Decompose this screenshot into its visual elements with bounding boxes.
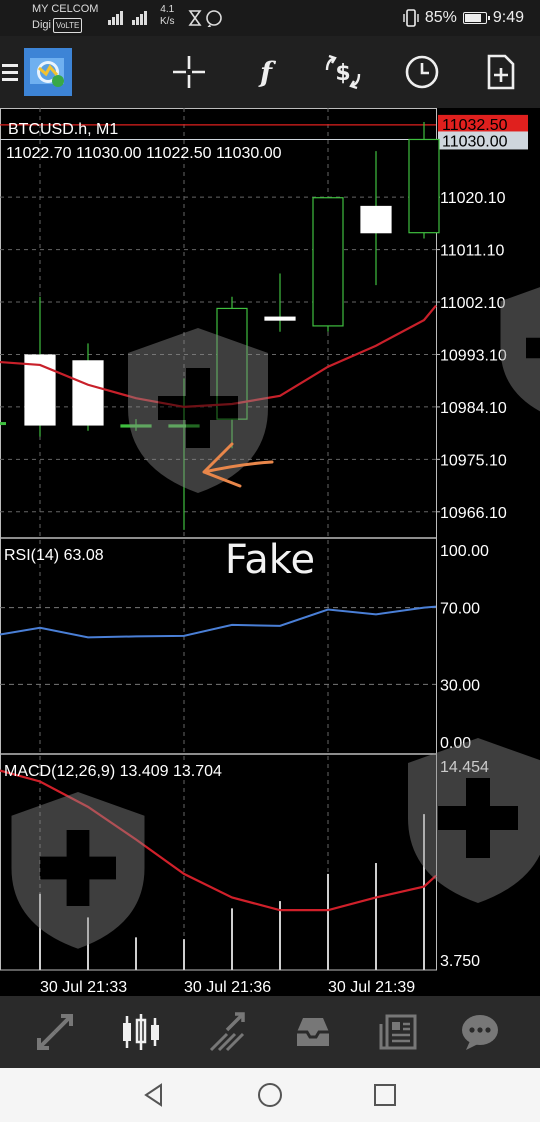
svg-text:$: $ (335, 61, 350, 86)
battery-fill (464, 14, 481, 22)
back-icon[interactable] (139, 1080, 169, 1110)
candle-partial (0, 422, 6, 426)
chart-canvas[interactable]: 11020.10 11011.10 11002.10 10993.10 10984.10… (0, 108, 540, 996)
candle-body (72, 360, 104, 426)
indicators-icon[interactable]: f (246, 52, 286, 92)
bid-label: 11030.00 (442, 133, 508, 150)
quotes-icon[interactable] (33, 1012, 77, 1052)
price-label: 10966.10 (440, 505, 507, 522)
notification-icons (188, 9, 228, 30)
price-label: 11011.10 (440, 243, 504, 260)
ask-label: 11032.50 (442, 117, 508, 134)
rsi-level-label: 100.00 (440, 543, 489, 560)
price-label: 10975.10 (440, 452, 507, 469)
carrier-label: MY CELCOM (32, 3, 99, 15)
candle-body (312, 197, 344, 327)
history-icon[interactable] (402, 52, 442, 92)
app-logo-icon[interactable] (24, 48, 72, 96)
net-speed-value: 4.1 (160, 4, 175, 15)
price-label: 11020.10 (440, 190, 506, 207)
chart-icon[interactable] (119, 1012, 163, 1052)
toolbar: f $ (0, 36, 540, 108)
system-nav (0, 1068, 540, 1122)
whatsapp-icon (206, 10, 222, 28)
rsi-header: RSI(14) 63.08 (4, 547, 104, 564)
battery-percent: 85% (424, 9, 457, 26)
trade-tab-icon[interactable] (205, 1012, 249, 1052)
volte-badge: VoLTE (52, 18, 83, 33)
clock: 9:49 (492, 9, 524, 26)
carrier2-label: Digi VoLTE (32, 18, 83, 33)
recents-icon[interactable] (370, 1080, 400, 1110)
home-icon[interactable] (255, 1080, 285, 1110)
candle-body (408, 138, 440, 234)
price-label: 10993.10 (440, 347, 507, 364)
rsi-line (0, 605, 437, 639)
new-order-icon[interactable] (480, 52, 520, 92)
inbox-icon[interactable] (291, 1012, 335, 1052)
crosshair-icon[interactable] (169, 52, 209, 92)
hourglass-icon (188, 10, 202, 26)
price-label: 10984.10 (440, 400, 507, 417)
time-label: 30 Jul 21:36 (184, 979, 271, 996)
shield-watermark-icon (128, 328, 268, 493)
annotation-text: Fake (225, 537, 315, 583)
chart-area[interactable]: 11020.10 11011.10 11002.10 10993.10 10984.10… (0, 108, 540, 996)
menu-icon[interactable] (0, 52, 24, 92)
symbol-header: BTCUSD.h, M1 (8, 121, 118, 138)
bottom-nav (0, 996, 540, 1068)
candle-body (264, 316, 296, 321)
signal-icon (104, 8, 156, 29)
shield-watermark-icon (408, 738, 540, 903)
macd-header: MACD(12,26,9) 13.409 13.704 (4, 763, 222, 780)
svg-text:f: f (258, 56, 277, 89)
rsi-level-label: 70.00 (440, 601, 480, 618)
ohlc-header: 11022.70 11030.00 11022.50 11030.00 (6, 145, 282, 162)
price-label: 11002.10 (440, 295, 506, 312)
chat-icon[interactable] (458, 1012, 502, 1052)
news-icon[interactable] (377, 1012, 421, 1052)
trade-icon[interactable]: $ (323, 52, 363, 92)
battery-icon (462, 12, 490, 24)
vibrate-icon (403, 9, 419, 27)
status-right: 85% 9:49 (403, 9, 524, 27)
time-label: 30 Jul 21:33 (40, 979, 127, 996)
macd-level-label: 3.750 (440, 953, 480, 970)
net-speed-unit: K/s (160, 16, 175, 27)
time-label: 30 Jul 21:39 (328, 979, 415, 996)
rsi-level-label: 30.00 (440, 677, 480, 694)
carrier2-name: Digi (32, 19, 51, 31)
shield-watermark-icon (11, 792, 145, 949)
net-speed: 4.1 K/s (160, 4, 174, 28)
candle-body (360, 205, 392, 234)
status-bar: MY CELCOM Digi VoLTE 4.1 K/s 85% 9:49 (0, 0, 540, 36)
